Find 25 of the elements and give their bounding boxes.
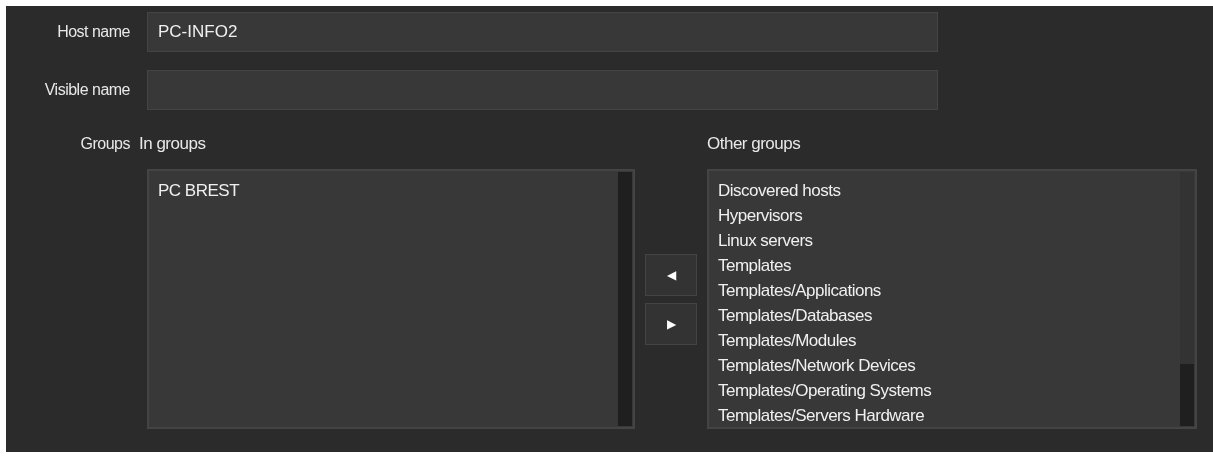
list-item[interactable]: PC BREST — [158, 178, 240, 203]
field-label: Groups — [79, 134, 130, 154]
arrow-button[interactable]: ▶ — [645, 302, 697, 345]
field-label: Host name — [56, 22, 130, 42]
field-label: Visible name — [43, 80, 130, 100]
text-field[interactable]: PC-INFO2 — [147, 12, 938, 52]
list-item[interactable]: Templates/Operating Systems — [718, 378, 932, 403]
list-item[interactable]: Templates/Databases — [718, 303, 872, 328]
list-item[interactable]: Templates/Modules — [718, 328, 856, 353]
list-item[interactable]: Discovered hosts — [718, 178, 841, 203]
list-heading: In groups — [139, 133, 207, 156]
list-item[interactable]: Templates — [718, 253, 791, 278]
list-item[interactable]: Linux servers — [718, 228, 813, 253]
scrollbar[interactable] — [618, 172, 632, 426]
arrow-button[interactable]: ◀ — [645, 253, 697, 296]
list-heading: Other groups — [707, 133, 801, 156]
text-field[interactable] — [147, 70, 938, 110]
list-item[interactable]: Templates/Servers Hardware — [718, 403, 925, 428]
list-box[interactable]: PC BREST — [147, 169, 635, 429]
list-item[interactable]: Templates/Applications — [718, 278, 881, 303]
list-item[interactable]: Templates/Network Devices — [718, 353, 916, 378]
scrollbar-thumb[interactable] — [1180, 364, 1194, 426]
list-box[interactable]: Discovered hosts Hypervisors Linux servers Templates Templates/Applications Templates/Databases Templates/Modules Templates/Network Devices Templates/Operating Systems Templates/Servers Hardware — [707, 169, 1197, 429]
scrollbar[interactable] — [1180, 172, 1194, 426]
list-item[interactable]: Hypervisors — [718, 203, 803, 228]
